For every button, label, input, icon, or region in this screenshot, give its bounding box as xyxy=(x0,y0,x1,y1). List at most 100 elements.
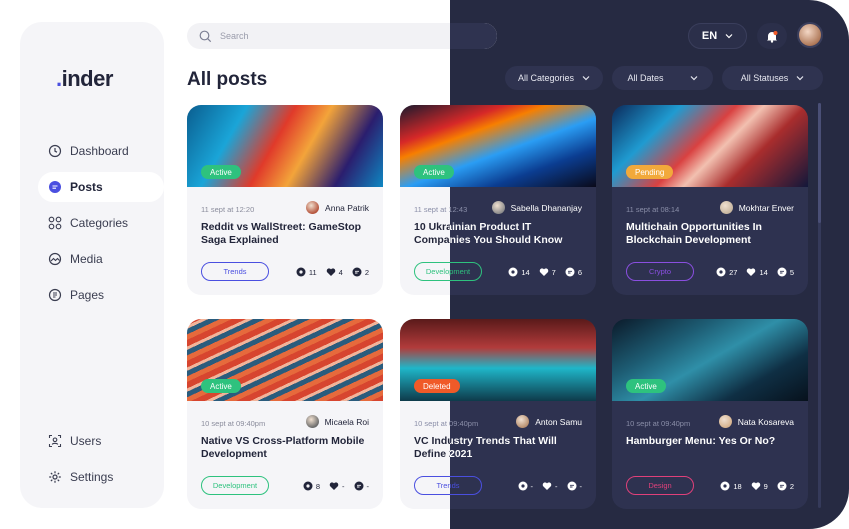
post-date: 10 sept at 09:40pm xyxy=(201,419,266,428)
post-card[interactable]: Deleted 10 sept at 09:40pm Anton Samu VC… xyxy=(400,319,596,509)
avatar xyxy=(306,201,320,214)
sidebar-item-media[interactable]: Media xyxy=(48,249,103,269)
avatar xyxy=(491,201,505,214)
filter-dates[interactable]: All Dates xyxy=(612,66,713,90)
comment-icon xyxy=(777,481,787,491)
likes-count: 9 xyxy=(751,481,768,491)
logo[interactable]: .inder xyxy=(56,66,113,92)
category-tag[interactable]: Crypto xyxy=(626,262,694,281)
eye-icon xyxy=(303,481,313,491)
post-author[interactable]: Sabella Dhananjay xyxy=(491,201,582,214)
post-title[interactable]: 10 Ukrainian Product IT Companies You Sh… xyxy=(414,221,586,247)
avatar xyxy=(305,415,319,428)
eye-icon xyxy=(518,481,527,491)
pages-icon xyxy=(48,288,62,302)
post-card[interactable]: Active 10 sept at 09:40pm Micaela Roi Na… xyxy=(187,319,383,509)
comments-count: 5 xyxy=(777,267,794,277)
status-badge: Active xyxy=(201,379,241,393)
views-count: 18 xyxy=(720,481,742,491)
sidebar-item-users[interactable]: Users xyxy=(48,431,101,451)
post-stats: 14 7 6 xyxy=(508,267,582,277)
post-stats: 11 4 2 xyxy=(296,267,369,277)
post-stats: - - - xyxy=(518,481,582,491)
post-date: 10 sept at 09:40pm xyxy=(626,419,691,428)
post-author[interactable]: Nata Kosareva xyxy=(718,415,794,428)
eye-icon xyxy=(720,481,730,491)
post-date: 11 sept at 12:43 xyxy=(414,205,468,214)
sidebar-item-categories[interactable]: Categories xyxy=(48,213,128,233)
status-badge: Active xyxy=(201,165,241,179)
comment-icon xyxy=(777,267,787,277)
language-select[interactable]: EN xyxy=(688,23,747,49)
comment-icon xyxy=(567,481,576,491)
comments-count: 6 xyxy=(565,267,582,277)
views-count: 14 xyxy=(508,267,530,277)
post-stats: 8 - - xyxy=(303,481,369,491)
category-tag[interactable]: Trends xyxy=(414,476,482,495)
post-author[interactable]: Mokhtar Enver xyxy=(719,201,794,214)
search-input-dark-part[interactable] xyxy=(450,23,497,49)
search-icon xyxy=(199,30,212,42)
categories-icon xyxy=(48,216,62,230)
users-icon xyxy=(48,434,62,448)
post-date: 11 sept at 12:20 xyxy=(201,205,255,214)
views-count: 27 xyxy=(716,267,737,277)
heart-icon xyxy=(542,482,552,490)
bell-icon xyxy=(767,30,778,43)
views-count: 8 xyxy=(303,481,320,491)
comments-count: - xyxy=(567,481,582,491)
views-count: 11 xyxy=(296,267,317,277)
post-author[interactable]: Anna Patrik xyxy=(306,201,369,214)
likes-count: - xyxy=(542,481,558,491)
likes-count: - xyxy=(329,481,345,491)
category-tag[interactable]: Development xyxy=(201,476,269,495)
post-title[interactable]: VC Industry Trends That Will Define 2021 xyxy=(414,435,586,461)
heart-icon xyxy=(751,482,760,490)
post-date: 11 sept at 08:14 xyxy=(626,205,680,214)
posts-icon xyxy=(49,181,61,193)
views-count: - xyxy=(518,481,533,491)
avatar xyxy=(718,415,732,428)
avatar xyxy=(516,415,530,428)
post-card[interactable]: Pending 11 sept at 08:14 Mokhtar Enver M… xyxy=(612,105,808,295)
eye-icon xyxy=(716,267,726,277)
status-badge: Deleted xyxy=(414,379,460,393)
post-author[interactable]: Anton Samu xyxy=(516,415,582,428)
avatar xyxy=(719,201,733,214)
app-window: .inder Dashboard Posts Categories Media … xyxy=(0,0,849,529)
sidebar-item-posts[interactable]: Posts xyxy=(48,177,103,197)
comments-count: 2 xyxy=(352,267,369,277)
comment-icon xyxy=(565,267,575,277)
sidebar-item-pages[interactable]: Pages xyxy=(48,285,104,305)
post-author[interactable]: Micaela Roi xyxy=(305,415,369,428)
clock-icon xyxy=(48,144,62,158)
post-date: 10 sept at 09:40pm xyxy=(414,419,479,428)
post-stats: 27 14 5 xyxy=(716,267,794,277)
likes-count: 4 xyxy=(326,267,343,277)
sidebar-item-dashboard[interactable]: Dashboard xyxy=(48,141,129,161)
status-badge: Active xyxy=(626,379,666,393)
post-title[interactable]: Multichain Opportunities In Blockchain D… xyxy=(626,221,798,247)
post-card[interactable]: Active 10 sept at 09:40pm Nata Kosareva … xyxy=(612,319,808,509)
category-tag[interactable]: Trends xyxy=(201,262,269,281)
heart-icon xyxy=(329,482,339,490)
filter-categories[interactable]: All Categories xyxy=(505,66,603,90)
post-title[interactable]: Native VS Cross-Platform Mobile Developm… xyxy=(201,435,373,461)
post-card[interactable]: Active 11 sept at 12:20 Anna Patrik Redd… xyxy=(187,105,383,295)
chevron-down-icon xyxy=(725,34,733,39)
comments-count: 2 xyxy=(777,481,794,491)
scrollbar-thumb[interactable] xyxy=(818,103,821,223)
sidebar-item-settings[interactable]: Settings xyxy=(48,467,113,487)
post-title[interactable]: Reddit vs WallStreet: GameStop Saga Expl… xyxy=(201,221,373,247)
post-title[interactable]: Hamburger Menu: Yes Or No? xyxy=(626,435,798,448)
notifications-button[interactable] xyxy=(757,23,787,49)
filter-statuses[interactable]: All Statuses xyxy=(722,66,823,90)
post-card[interactable]: Active 11 sept at 12:43 Sabella Dhananja… xyxy=(400,105,596,295)
page-title: All posts xyxy=(187,69,268,90)
heart-icon xyxy=(539,268,548,276)
category-tag[interactable]: Design xyxy=(626,476,694,495)
eye-icon xyxy=(296,267,306,277)
category-tag[interactable]: Development xyxy=(414,262,482,281)
user-avatar[interactable] xyxy=(797,22,823,48)
chevron-down-icon xyxy=(582,76,590,81)
